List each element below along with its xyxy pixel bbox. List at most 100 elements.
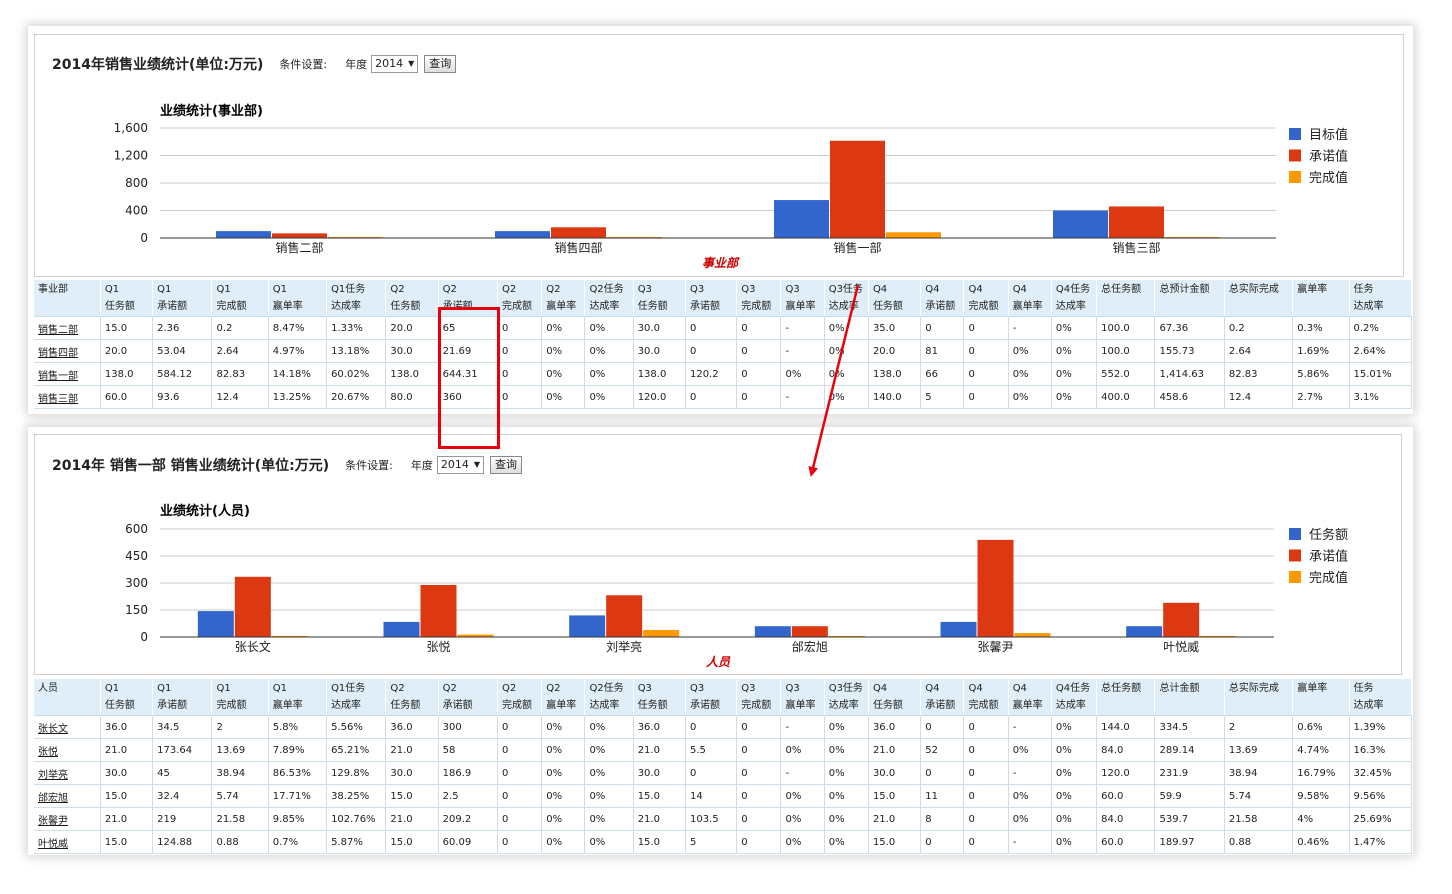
table-cell: 9.56% (1349, 784, 1412, 808)
table-cell: 0.88 (211, 830, 269, 854)
table-cell: - (780, 715, 825, 739)
dept-link[interactable]: 销售三部 (38, 394, 78, 405)
column-header: Q1 任务额 (100, 280, 154, 317)
column-header: Q4 完成额 (963, 679, 1009, 716)
table-cell: 15.0 (385, 830, 439, 854)
column-header: Q3任务 达成率 (824, 679, 869, 716)
table-cell: 30.0 (633, 761, 686, 785)
table-cell: 0 (736, 316, 782, 340)
table-cell: 34.5 (152, 715, 213, 739)
table-cell: 458.6 (1154, 385, 1225, 409)
table-row: 销售二部 15.0 2.36 0.2 8.47% 1.33% 20.0 65 0 0% 0% 30.0… (34, 316, 1412, 340)
table-cell: 0% (824, 830, 869, 854)
table-cell: 103.5 (685, 807, 738, 831)
y-tick-label: 1,600 (114, 121, 148, 135)
person-link[interactable]: 叶悦威 (38, 839, 68, 850)
column-header: 总实际完成 (1224, 280, 1294, 317)
legend-swatch (1289, 149, 1301, 162)
table-cell: 60.0 (1096, 784, 1156, 808)
person-link[interactable]: 邰宏旭 (38, 793, 68, 804)
table-cell: 38.94 (1224, 761, 1294, 785)
table-cell: 173.64 (152, 738, 213, 762)
table-cell: 8 (920, 807, 965, 831)
column-header: Q3 承诺额 (685, 679, 738, 716)
chart-title: 业绩统计(事业部) (160, 103, 263, 119)
dept-link[interactable]: 销售一部 (38, 371, 78, 382)
column-header: Q1 承诺额 (152, 679, 213, 716)
table-cell: 0 (497, 761, 543, 785)
table-cell: 120.0 (1096, 761, 1156, 785)
table-cell: 21.58 (1224, 807, 1294, 831)
table-cell: 138.0 (633, 362, 686, 386)
table-cell: 60.09 (438, 830, 498, 854)
table-row: 张悦 21.0 173.64 13.69 7.89% 65.21% 21.0 58 0 0% 0% 2… (34, 738, 1412, 762)
table-cell: 36.0 (100, 715, 154, 739)
table-row: 刘举亮 30.0 45 38.94 86.53% 129.8% 30.0 186.9 0 0% 0%… (34, 761, 1412, 785)
table-cell: 0 (963, 807, 1009, 831)
table-cell: 0% (1051, 761, 1098, 785)
table-cell: 0 (736, 738, 782, 762)
table-cell: 4.74% (1292, 738, 1350, 762)
person-link[interactable]: 张长文 (38, 724, 68, 735)
person-link[interactable]: 张悦 (38, 747, 58, 758)
table-cell: 1,414.63 (1154, 362, 1225, 386)
table-row: 张长文 36.0 34.5 2 5.8% 5.56% 36.0 300 0 0% 0% 36.0 0 0-… (34, 715, 1412, 739)
table-cell: 1.39% (1349, 715, 1412, 739)
row-name-cell: 销售四部 (34, 339, 101, 363)
table-cell: 45 (152, 761, 213, 785)
legend-label: 目标值 (1309, 127, 1348, 143)
table-cell: 0 (920, 761, 965, 785)
column-header: 任务 达成率 (1349, 280, 1412, 317)
person-link[interactable]: 张馨尹 (38, 816, 68, 827)
bar-完成值 (1014, 633, 1051, 637)
x-axis-title: 人员 (706, 655, 731, 669)
table-cell: 0.3% (1292, 316, 1350, 340)
bar-任务额 (1126, 626, 1163, 637)
legend-swatch (1289, 528, 1301, 540)
table-cell: 0% (1051, 715, 1098, 739)
table-cell: 59.9 (1154, 784, 1225, 808)
bar-完成值 (643, 629, 680, 637)
column-header: Q3 完成额 (736, 679, 782, 716)
table-cell: 0 (920, 316, 965, 340)
table-cell: 0 (685, 761, 738, 785)
table-cell: 2.36 (152, 316, 213, 340)
person-link[interactable]: 刘举亮 (38, 770, 68, 781)
table-cell: 15.0 (633, 784, 686, 808)
table-cell: 186.9 (438, 761, 498, 785)
table-header-row: 事业部 Q1 任务额 Q1 承诺额 Q1 完成额 Q1 赢单率 Q1任务 达成率 Q2 任务额 Q2 承诺… (34, 280, 1412, 317)
dept-link[interactable]: 销售二部 (38, 325, 78, 336)
table-cell: 84.0 (1096, 738, 1156, 762)
table-cell: 0% (584, 715, 634, 739)
column-header: Q2 完成额 (497, 280, 543, 317)
x-tick-label: 张悦 (426, 640, 450, 654)
table-cell: 0% (1051, 830, 1098, 854)
row-name-cell: 销售一部 (34, 362, 101, 386)
dept-link[interactable]: 销售四部 (38, 348, 78, 359)
table-cell: 0% (584, 761, 634, 785)
table-cell: 82.83 (211, 362, 269, 386)
table-cell: 100.0 (1096, 316, 1156, 340)
table-cell: 0.2 (1224, 316, 1294, 340)
table-cell: - (780, 761, 825, 785)
table-cell: 0% (541, 715, 586, 739)
table-row: 张馨尹 21.0 219 21.58 9.85% 102.76% 21.0 209.2 0 0% 0… (34, 807, 1412, 831)
table-cell: 552.0 (1096, 362, 1156, 386)
table-cell: 15.0 (100, 316, 154, 340)
table-cell: 1.33% (326, 316, 387, 340)
table-cell: 0% (541, 339, 586, 363)
bar-目标值 (1053, 210, 1108, 238)
table-cell: 0 (736, 807, 782, 831)
table-cell: 86.53% (268, 761, 328, 785)
table-cell: 102.76% (326, 807, 387, 831)
table-cell: 32.45% (1349, 761, 1412, 785)
y-tick-label: 800 (125, 176, 148, 190)
table-cell: 66 (920, 362, 965, 386)
table-cell: 13.69 (1224, 738, 1294, 762)
table-cell: 5.8% (268, 715, 328, 739)
table-cell: 0 (497, 807, 543, 831)
column-header: Q4 承诺额 (920, 679, 965, 716)
bar-承诺值 (1163, 602, 1200, 637)
column-header: Q2 任务额 (385, 679, 439, 716)
column-header: Q4 完成额 (963, 280, 1009, 317)
